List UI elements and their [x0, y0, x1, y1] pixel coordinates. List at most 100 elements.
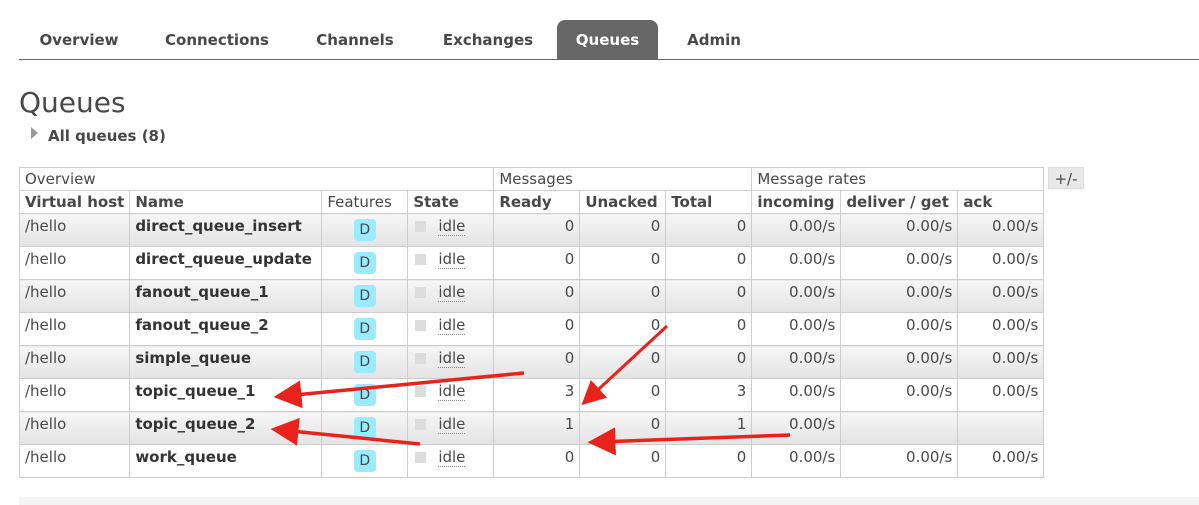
unacked-cell: 0 [579, 213, 667, 247]
vhost-cell: /hello [18, 279, 131, 313]
tab-channels[interactable]: Channels [295, 20, 415, 59]
column-header-features: Features [321, 190, 409, 214]
column-header-incoming[interactable]: incoming [751, 190, 842, 214]
ready-cell: 1 [493, 411, 581, 445]
ack-rate-cell [957, 411, 1045, 445]
queue-name-link[interactable]: direct_queue_insert [129, 213, 323, 247]
vhost-cell: /hello [18, 345, 131, 379]
state-cell: idle [407, 444, 495, 478]
durable-badge: D [353, 252, 376, 274]
ack-rate-cell: 0.00/s [957, 279, 1045, 313]
state-cell: idle [407, 411, 495, 445]
unacked-cell: 0 [579, 345, 667, 379]
durable-badge: D [353, 417, 376, 439]
state-cell: idle [407, 378, 495, 412]
durable-badge: D [353, 285, 376, 307]
durable-badge: D [353, 219, 376, 241]
state-cell: idle [407, 213, 495, 247]
column-header-state[interactable]: State [407, 190, 495, 214]
deliver-get-rate-cell [840, 411, 959, 445]
unacked-cell: 0 [579, 312, 667, 346]
state-label: idle [438, 283, 466, 302]
vhost-cell: /hello [18, 246, 131, 280]
queue-name-link[interactable]: fanout_queue_1 [129, 279, 323, 313]
features-cell: D [321, 246, 409, 280]
total-cell: 0 [665, 213, 753, 247]
state-cell: idle [407, 246, 495, 280]
column-header-virtual-host[interactable]: Virtual host [18, 190, 131, 214]
ready-cell: 0 [493, 279, 581, 313]
unacked-cell: 0 [579, 246, 667, 280]
group-header-messages: Messages [493, 167, 753, 191]
state-indicator-icon [415, 452, 427, 463]
column-toggle-button[interactable]: +/- [1048, 167, 1084, 189]
deliver-get-rate-cell: 0.00/s [840, 213, 959, 247]
queue-name-link[interactable]: topic_queue_1 [129, 378, 323, 412]
durable-badge: D [353, 384, 376, 406]
ack-rate-cell: 0.00/s [957, 312, 1045, 346]
durable-badge: D [353, 450, 376, 472]
table-row: /hello topic_queue_2 Didle 1 0 1 0.00/s [18, 411, 1045, 445]
features-cell: D [321, 411, 409, 445]
queue-name-link[interactable]: work_queue [129, 444, 323, 478]
features-cell: D [321, 279, 409, 313]
bottom-strip [19, 497, 1199, 505]
tab-connections[interactable]: Connections [147, 20, 287, 59]
column-header-ready[interactable]: Ready [493, 190, 581, 214]
ready-cell: 0 [493, 246, 581, 280]
ready-cell: 0 [493, 312, 581, 346]
state-indicator-icon [415, 221, 427, 232]
deliver-get-rate-cell: 0.00/s [840, 312, 959, 346]
group-header-message-rates: Message rates [751, 167, 1045, 191]
column-header-name[interactable]: Name [129, 190, 323, 214]
total-cell: 0 [665, 444, 753, 478]
column-header-unacked[interactable]: Unacked [579, 190, 667, 214]
state-indicator-icon [415, 287, 427, 298]
all-queues-toggle[interactable]: All queues (8) [31, 127, 166, 147]
queue-name-link[interactable]: simple_queue [129, 345, 323, 379]
column-header-ack[interactable]: ack [957, 190, 1045, 214]
tab-admin[interactable]: Admin [664, 20, 764, 59]
group-header-overview: Overview [18, 167, 495, 191]
vhost-cell: /hello [18, 444, 131, 478]
features-cell: D [321, 312, 409, 346]
features-cell: D [321, 444, 409, 478]
total-cell: 0 [665, 345, 753, 379]
ack-rate-cell: 0.00/s [957, 246, 1045, 280]
deliver-get-rate-cell: 0.00/s [840, 279, 959, 313]
state-label: idle [438, 217, 466, 236]
table-row: /hello simple_queue Didle 0 0 0 0.00/s 0.00/s 0.… [18, 345, 1045, 379]
ready-cell: 0 [493, 444, 581, 478]
durable-badge: D [353, 318, 376, 340]
tab-overview[interactable]: Overview [19, 20, 139, 59]
incoming-rate-cell: 0.00/s [751, 378, 842, 412]
vhost-cell: /hello [18, 312, 131, 346]
total-cell: 0 [665, 279, 753, 313]
column-header-deliver-get[interactable]: deliver / get [840, 190, 959, 214]
table-row: /hello direct_queue_insert Didle 0 0 0 0.00/s 0… [18, 213, 1045, 247]
tab-exchanges[interactable]: Exchanges [423, 20, 553, 59]
queues-table: Overview Messages Message rates Virtual … [18, 167, 1045, 478]
vhost-cell: /hello [18, 378, 131, 412]
deliver-get-rate-cell: 0.00/s [840, 378, 959, 412]
total-cell: 3 [665, 378, 753, 412]
tab-queues[interactable]: Queues [557, 20, 658, 59]
ack-rate-cell: 0.00/s [957, 213, 1045, 247]
state-cell: idle [407, 312, 495, 346]
table-row: /hello work_queue Didle 0 0 0 0.00/s 0.00/s 0.00… [18, 444, 1045, 478]
incoming-rate-cell: 0.00/s [751, 279, 842, 313]
ack-rate-cell: 0.00/s [957, 378, 1045, 412]
table-row: /hello topic_queue_1 Didle 3 0 3 0.00/s 0.00/s 0… [18, 378, 1045, 412]
queue-name-link[interactable]: topic_queue_2 [129, 411, 323, 445]
deliver-get-rate-cell: 0.00/s [840, 246, 959, 280]
features-cell: D [321, 345, 409, 379]
state-indicator-icon [415, 320, 427, 331]
unacked-cell: 0 [579, 378, 667, 412]
state-indicator-icon [415, 353, 427, 364]
queue-name-link[interactable]: direct_queue_update [129, 246, 323, 280]
state-label: idle [438, 250, 466, 269]
total-cell: 1 [665, 411, 753, 445]
queue-name-link[interactable]: fanout_queue_2 [129, 312, 323, 346]
state-label: idle [438, 448, 466, 467]
column-header-total[interactable]: Total [665, 190, 753, 214]
